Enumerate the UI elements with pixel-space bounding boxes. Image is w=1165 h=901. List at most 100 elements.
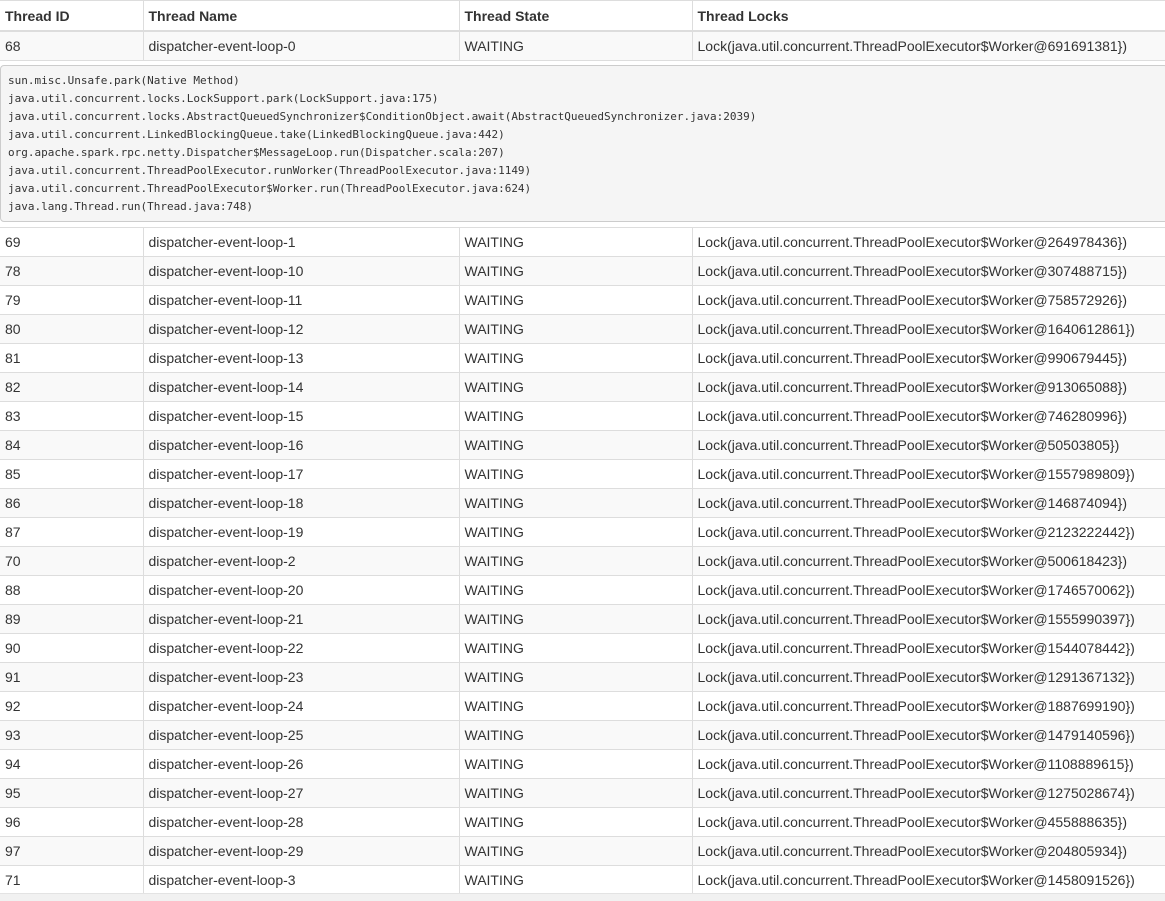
header-thread-locks[interactable]: Thread Locks [691, 0, 1165, 32]
thread-name-cell: dispatcher-event-loop-1 [142, 227, 459, 257]
thread-name-cell: dispatcher-event-loop-26 [142, 749, 459, 779]
thread-dump-table: Thread ID Thread Name Thread State Threa… [0, 0, 1165, 894]
thread-id-cell: 69 [0, 227, 143, 257]
thread-locks-cell: Lock(java.util.concurrent.ThreadPoolExec… [691, 430, 1165, 460]
thread-locks-cell: Lock(java.util.concurrent.ThreadPoolExec… [691, 227, 1165, 257]
thread-id-cell: 86 [0, 488, 143, 518]
table-row[interactable]: 78 dispatcher-event-loop-10 WAITING Lock(ja… [0, 256, 1165, 286]
thread-locks-cell: Lock(java.util.concurrent.ThreadPoolExec… [691, 633, 1165, 663]
thread-name-cell: dispatcher-event-loop-29 [142, 836, 459, 866]
thread-id-cell: 87 [0, 517, 143, 547]
thread-state-cell: WAITING [458, 256, 692, 286]
thread-dump-table-container: Thread ID Thread Name Thread State Threa… [0, 0, 1165, 901]
header-thread-name[interactable]: Thread Name [142, 0, 459, 32]
thread-id-cell: 80 [0, 314, 143, 344]
thread-id-cell: 82 [0, 372, 143, 402]
thread-locks-cell: Lock(java.util.concurrent.ThreadPoolExec… [691, 459, 1165, 489]
table-row[interactable]: 71 dispatcher-event-loop-3 WAITING Lock(jav… [0, 865, 1165, 894]
table-row[interactable]: 89 dispatcher-event-loop-21 WAITING Lock(ja… [0, 604, 1165, 634]
thread-name-cell: dispatcher-event-loop-10 [142, 256, 459, 286]
table-row[interactable]: 69 dispatcher-event-loop-1 WAITING Lock(jav… [0, 227, 1165, 257]
thread-locks-cell: Lock(java.util.concurrent.ThreadPoolExec… [691, 372, 1165, 402]
table-row[interactable]: 85 dispatcher-event-loop-17 WAITING Lock(ja… [0, 459, 1165, 489]
thread-state-cell: WAITING [458, 343, 692, 373]
table-row[interactable]: 87 dispatcher-event-loop-19 WAITING Lock(ja… [0, 517, 1165, 547]
stack-trace: sun.misc.Unsafe.park(Native Method) java… [0, 65, 1165, 222]
thread-state-cell: WAITING [458, 691, 692, 721]
table-body: 68 dispatcher-event-loop-0 WAITING Lock(… [0, 30, 1165, 894]
table-row[interactable]: 80 dispatcher-event-loop-12 WAITING Lock(ja… [0, 314, 1165, 344]
thread-name-cell: dispatcher-event-loop-15 [142, 401, 459, 431]
table-row[interactable]: 97 dispatcher-event-loop-29 WAITING Lock(ja… [0, 836, 1165, 866]
thread-locks-cell: Lock(java.util.concurrent.ThreadPoolExec… [691, 575, 1165, 605]
thread-state-cell: WAITING [458, 662, 692, 692]
thread-state-cell: WAITING [458, 285, 692, 315]
thread-locks-cell: Lock(java.util.concurrent.ThreadPoolExec… [691, 30, 1165, 61]
thread-id-cell: 81 [0, 343, 143, 373]
thread-name-cell: dispatcher-event-loop-17 [142, 459, 459, 489]
thread-name-cell: dispatcher-event-loop-27 [142, 778, 459, 808]
thread-locks-cell: Lock(java.util.concurrent.ThreadPoolExec… [691, 807, 1165, 837]
thread-state-cell: WAITING [458, 372, 692, 402]
thread-name-cell: dispatcher-event-loop-20 [142, 575, 459, 605]
table-row[interactable]: 93 dispatcher-event-loop-25 WAITING Lock(ja… [0, 720, 1165, 750]
thread-name-cell: dispatcher-event-loop-21 [142, 604, 459, 634]
thread-id-cell: 68 [0, 30, 143, 61]
thread-id-cell: 94 [0, 749, 143, 779]
table-row[interactable]: 84 dispatcher-event-loop-16 WAITING Lock(ja… [0, 430, 1165, 460]
thread-id-cell: 97 [0, 836, 143, 866]
thread-id-cell: 85 [0, 459, 143, 489]
thread-id-cell: 88 [0, 575, 143, 605]
thread-locks-cell: Lock(java.util.concurrent.ThreadPoolExec… [691, 401, 1165, 431]
thread-locks-cell: Lock(java.util.concurrent.ThreadPoolExec… [691, 314, 1165, 344]
header-thread-id[interactable]: Thread ID [0, 0, 143, 32]
thread-state-cell: WAITING [458, 778, 692, 808]
thread-state-cell: WAITING [458, 459, 692, 489]
thread-state-cell: WAITING [458, 836, 692, 866]
thread-id-cell: 89 [0, 604, 143, 634]
thread-locks-cell: Lock(java.util.concurrent.ThreadPoolExec… [691, 517, 1165, 547]
table-header: Thread ID Thread Name Thread State Threa… [0, 0, 1165, 32]
thread-name-cell: dispatcher-event-loop-25 [142, 720, 459, 750]
table-row[interactable]: 92 dispatcher-event-loop-24 WAITING Lock(ja… [0, 691, 1165, 721]
thread-name-cell: dispatcher-event-loop-0 [142, 30, 459, 61]
thread-state-cell: WAITING [458, 604, 692, 634]
thread-name-cell: dispatcher-event-loop-18 [142, 488, 459, 518]
table-row[interactable]: 81 dispatcher-event-loop-13 WAITING Lock(ja… [0, 343, 1165, 373]
thread-name-cell: dispatcher-event-loop-28 [142, 807, 459, 837]
table-row[interactable]: 96 dispatcher-event-loop-28 WAITING Lock(ja… [0, 807, 1165, 837]
thread-state-cell: WAITING [458, 517, 692, 547]
thread-id-cell: 91 [0, 662, 143, 692]
table-row[interactable]: 79 dispatcher-event-loop-11 WAITING Lock(ja… [0, 285, 1165, 315]
thread-locks-cell: Lock(java.util.concurrent.ThreadPoolExec… [691, 691, 1165, 721]
thread-locks-cell: Lock(java.util.concurrent.ThreadPoolExec… [691, 720, 1165, 750]
thread-name-cell: dispatcher-event-loop-14 [142, 372, 459, 402]
thread-id-cell: 84 [0, 430, 143, 460]
thread-state-cell: WAITING [458, 720, 692, 750]
thread-name-cell: dispatcher-event-loop-16 [142, 430, 459, 460]
thread-state-cell: WAITING [458, 749, 692, 779]
table-row[interactable]: 94 dispatcher-event-loop-26 WAITING Lock(ja… [0, 749, 1165, 779]
thread-name-cell: dispatcher-event-loop-12 [142, 314, 459, 344]
thread-id-cell: 78 [0, 256, 143, 286]
header-thread-state[interactable]: Thread State [458, 0, 692, 32]
thread-locks-cell: Lock(java.util.concurrent.ThreadPoolExec… [691, 256, 1165, 286]
table-row[interactable]: 88 dispatcher-event-loop-20 WAITING Lock(ja… [0, 575, 1165, 605]
table-row[interactable]: 82 dispatcher-event-loop-14 WAITING Lock(ja… [0, 372, 1165, 402]
thread-name-cell: dispatcher-event-loop-11 [142, 285, 459, 315]
table-row[interactable]: 95 dispatcher-event-loop-27 WAITING Lock(ja… [0, 778, 1165, 808]
thread-name-cell: dispatcher-event-loop-19 [142, 517, 459, 547]
thread-state-cell: WAITING [458, 807, 692, 837]
header-row: Thread ID Thread Name Thread State Threa… [0, 0, 1165, 32]
table-row-expanded[interactable]: 68 dispatcher-event-loop-0 WAITING Lock(… [0, 30, 1165, 61]
thread-state-cell: WAITING [458, 633, 692, 663]
table-row[interactable]: 70 dispatcher-event-loop-2 WAITING Lock(jav… [0, 546, 1165, 576]
table-row[interactable]: 90 dispatcher-event-loop-22 WAITING Lock(ja… [0, 633, 1165, 663]
thread-name-cell: dispatcher-event-loop-24 [142, 691, 459, 721]
table-row[interactable]: 86 dispatcher-event-loop-18 WAITING Lock(ja… [0, 488, 1165, 518]
thread-id-cell: 90 [0, 633, 143, 663]
thread-name-cell: dispatcher-event-loop-3 [142, 865, 459, 894]
table-row[interactable]: 83 dispatcher-event-loop-15 WAITING Lock(ja… [0, 401, 1165, 431]
horizontal-scrollbar[interactable] [0, 893, 1165, 901]
table-row[interactable]: 91 dispatcher-event-loop-23 WAITING Lock(ja… [0, 662, 1165, 692]
